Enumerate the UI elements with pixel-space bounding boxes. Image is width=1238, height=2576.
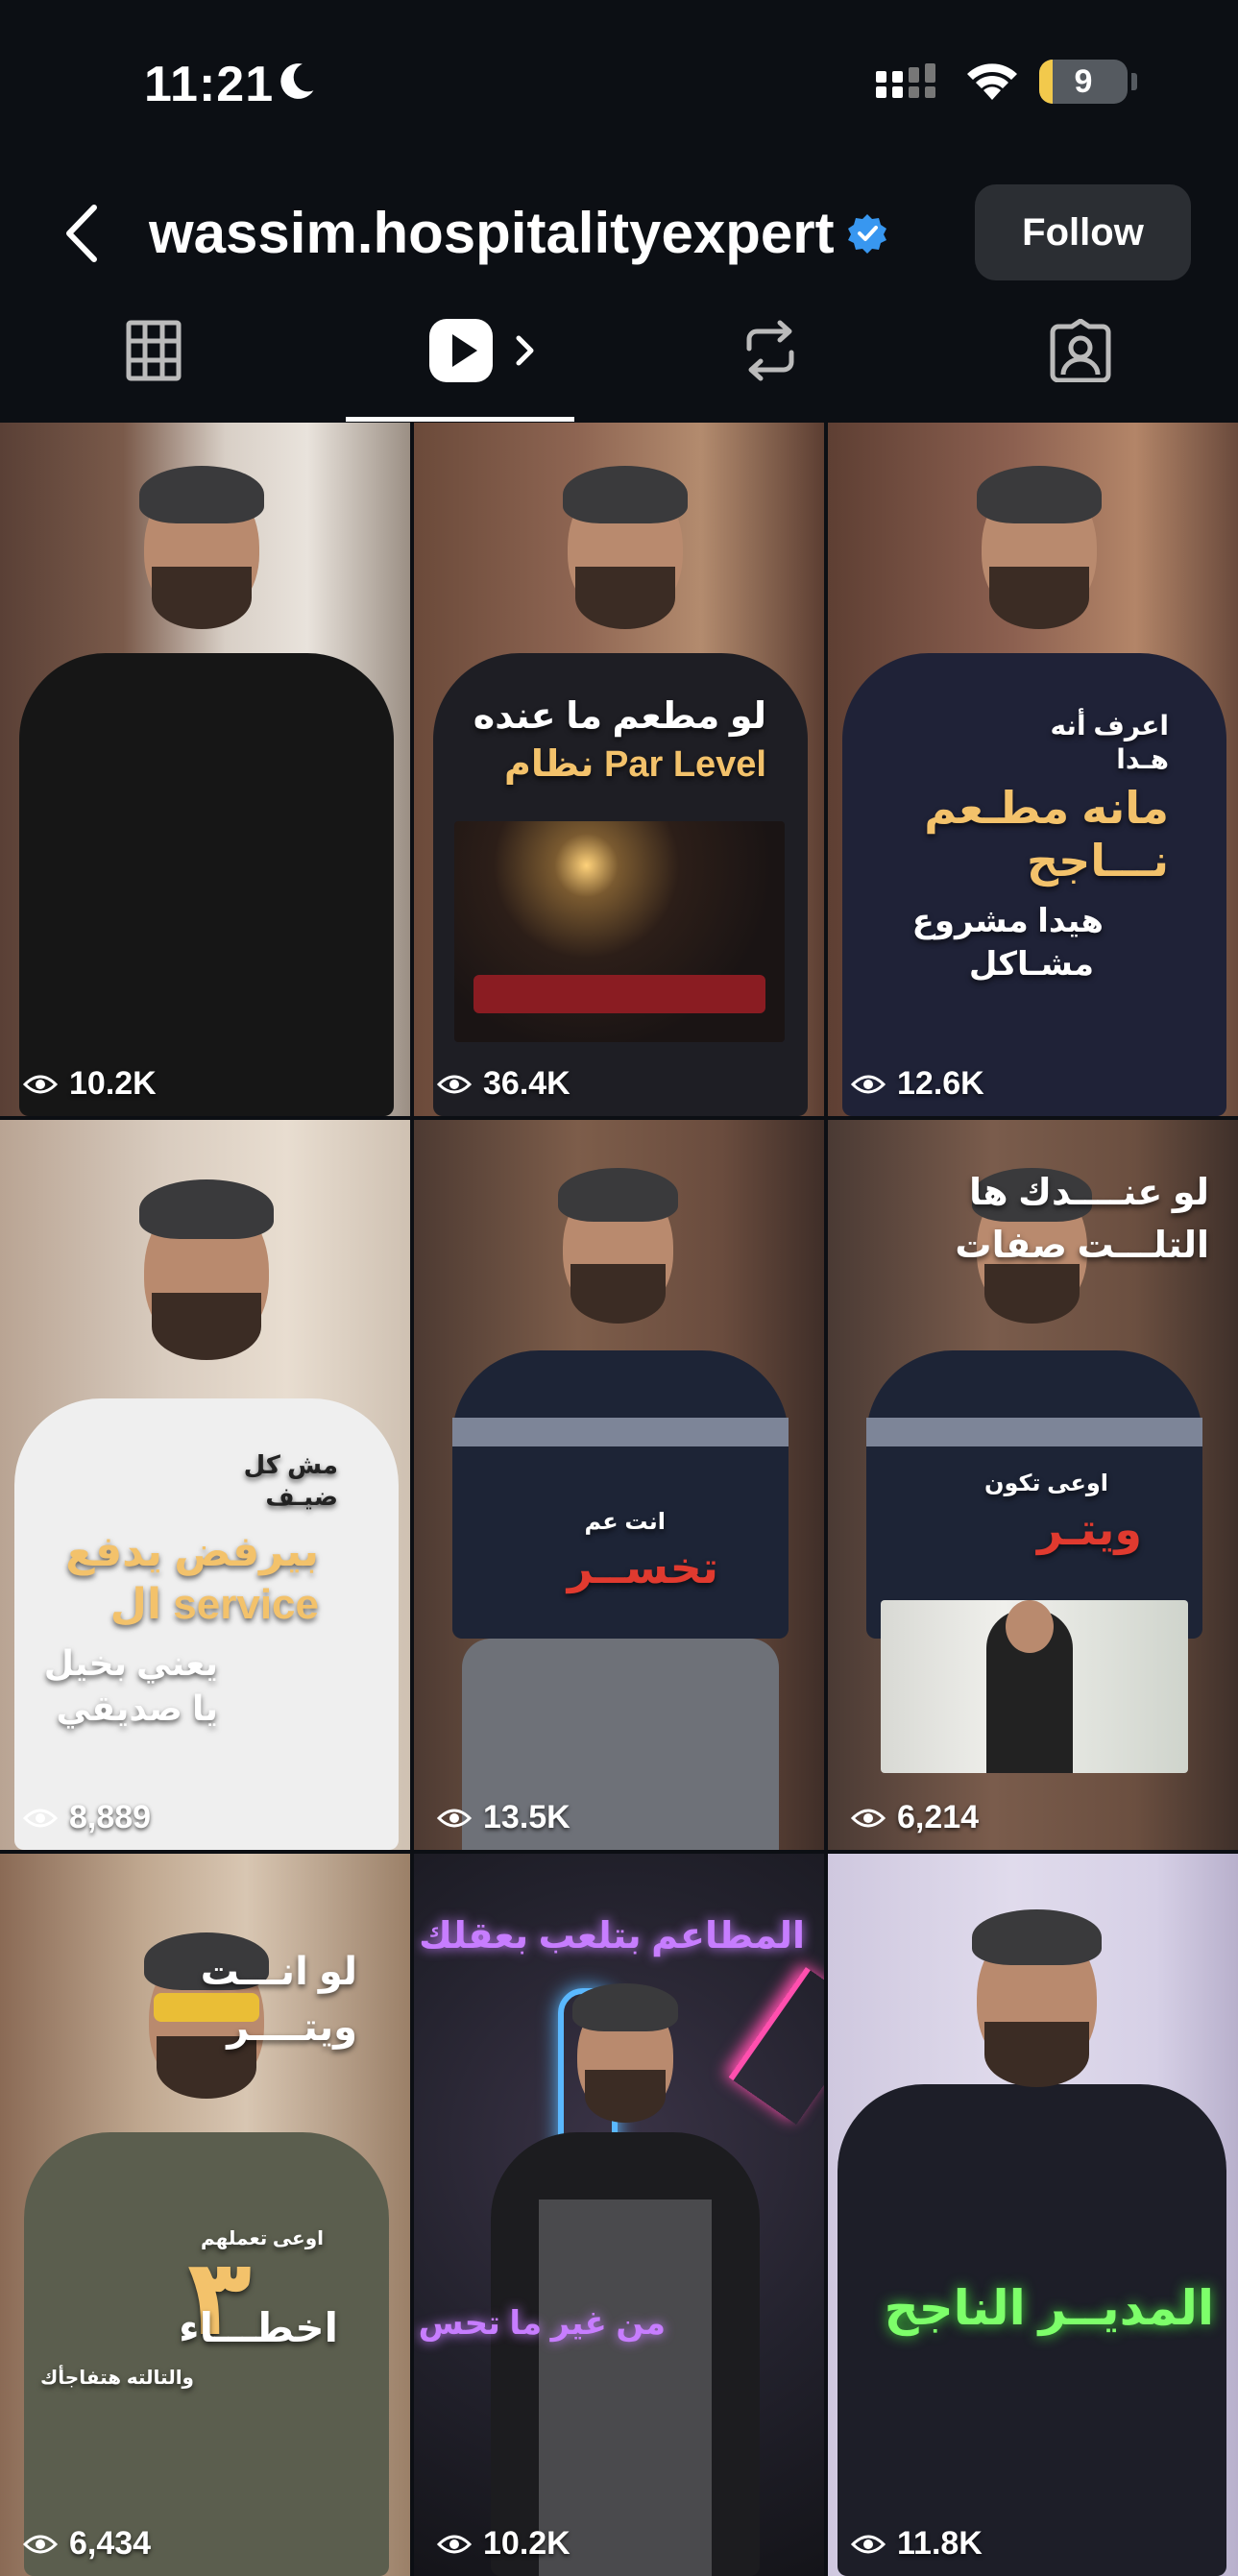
eye-icon <box>23 2535 58 2553</box>
active-tab-indicator <box>346 417 574 422</box>
reel-caption: بيرفض يدفع <box>65 1528 319 1575</box>
tagged-tab-icon[interactable] <box>1047 317 1114 384</box>
reel-caption: تخســر <box>567 1543 718 1592</box>
reel-caption: ال service <box>109 1581 319 1628</box>
reel-caption: يعني بخيل <box>43 1643 218 1683</box>
view-count: 6,214 <box>851 1799 979 1836</box>
reel-tile[interactable]: لو انـــت ويتــــر اوعى تعملهم ٣ اخطـــا… <box>0 1854 410 2576</box>
reel-caption: والتالته هتفاجأك <box>39 2368 194 2389</box>
reel-caption: اعرف أنه <box>1050 711 1169 741</box>
reposts-tab-icon[interactable] <box>740 317 801 384</box>
eye-icon <box>437 2535 472 2553</box>
view-count: 11.8K <box>851 2525 983 2563</box>
eye-icon <box>23 1809 58 1827</box>
reel-inset-image <box>454 821 785 1042</box>
reel-tile[interactable]: المطاعم بتلعب بعقلك من غير ما تحس 10.2K <box>414 1854 824 2576</box>
reel-caption: هـدا <box>1116 744 1169 774</box>
reel-caption: هيدا مشروع <box>911 903 1104 939</box>
reel-caption: اوعى تكون <box>984 1470 1108 1496</box>
eye-icon <box>437 1809 472 1827</box>
reel-caption: من غير ما تحس <box>418 2305 666 2342</box>
grid-tab-icon[interactable] <box>123 317 184 384</box>
reel-tile[interactable]: لو عنــــدك ها التلـــت صفات اوعى تكون و… <box>828 1120 1238 1850</box>
verified-badge-icon <box>848 214 886 254</box>
reel-caption: مشـاكل <box>968 946 1094 983</box>
reel-caption: لو مطعم ما عنده <box>473 696 766 737</box>
follow-button[interactable]: Follow <box>975 184 1191 280</box>
reel-tile[interactable]: المديــر الناجح 11.8K <box>828 1854 1238 2576</box>
reel-tile[interactable]: انت عم تخســر 13.5K <box>414 1120 824 1850</box>
view-count: 6,434 <box>23 2525 151 2563</box>
profile-header: wassim.hospitalityexpert Follow <box>0 173 1238 293</box>
status-time: 11:21 <box>144 57 275 112</box>
eye-icon <box>851 1075 886 1093</box>
reel-caption: ويتــــر <box>227 2006 357 2049</box>
reel-caption: اخطـــاء <box>179 2305 338 2350</box>
eye-icon <box>23 1075 58 1093</box>
reel-caption: المطاعم بتلعب بعقلك <box>419 1916 805 1956</box>
reel-caption: مش كل <box>243 1450 338 1479</box>
reel-caption: ويتـر <box>1037 1504 1142 1554</box>
reel-caption: التلـــت صفات <box>955 1226 1209 1266</box>
reel-tile[interactable]: 10.2K <box>0 423 410 1116</box>
reel-tile[interactable]: مش كل ضيـف بيرفض يدفع ال service يعني بخ… <box>0 1120 410 1850</box>
reels-tab-icon[interactable] <box>427 317 543 384</box>
back-arrow-icon[interactable] <box>58 202 106 265</box>
view-count: 10.2K <box>23 1065 157 1103</box>
reel-caption: المديــر الناجح <box>884 2281 1214 2335</box>
eye-icon <box>851 1809 886 1827</box>
profile-tabs <box>0 298 1238 423</box>
reel-caption: نـــاجح <box>1026 836 1169 886</box>
battery-indicator: 9 <box>1039 60 1128 104</box>
reel-caption: ضيـف <box>265 1482 338 1511</box>
view-count: 10.2K <box>437 2525 570 2563</box>
reel-tile[interactable]: اعرف أنه هـدا مانه مطـعم نـــاجح هيدا مش… <box>828 423 1238 1116</box>
cellular-signal-icon <box>876 63 935 98</box>
eye-icon <box>851 2535 886 2553</box>
status-bar: 11:21 9 <box>0 0 1238 168</box>
view-count: 13.5K <box>437 1799 570 1836</box>
reel-caption: انت عم <box>584 1509 666 1535</box>
reel-caption: لو عنــــدك ها <box>968 1173 1209 1213</box>
view-count: 8,889 <box>23 1799 151 1836</box>
reel-tile[interactable]: لو مطعم ما عنده نظام Par Level 36.4K <box>414 423 824 1116</box>
reel-caption: يا صديقي <box>56 1689 218 1728</box>
moon-icon <box>280 63 314 99</box>
eye-icon <box>437 1075 472 1093</box>
reel-caption: نظام Par Level <box>504 744 766 785</box>
reel-caption: لو انـــت <box>200 1951 357 1993</box>
profile-username[interactable]: wassim.hospitalityexpert <box>149 200 835 266</box>
view-count: 36.4K <box>437 1065 570 1103</box>
view-count: 12.6K <box>851 1065 984 1103</box>
reel-caption: مانه مطـعم <box>924 783 1169 833</box>
reel-inset-image <box>881 1600 1188 1773</box>
wifi-icon <box>967 63 1017 100</box>
